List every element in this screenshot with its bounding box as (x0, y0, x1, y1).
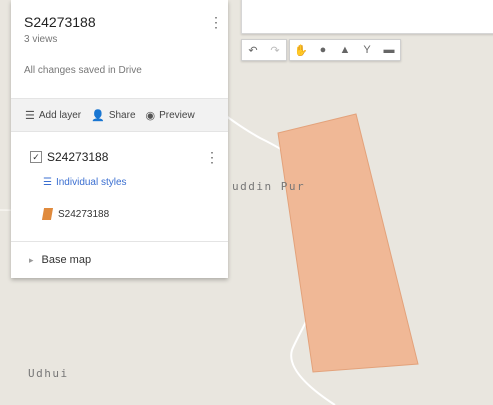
preview-button[interactable]: ◉ Preview (146, 109, 195, 122)
map-legend-panel: S24273188 3 views All changes saved in D… (11, 0, 228, 278)
layer-options-icon[interactable]: ⋮ (205, 150, 219, 164)
paint-roller-icon: ☰ (43, 177, 52, 188)
redo-icon[interactable]: ↷ (264, 40, 286, 60)
polygon-icon (41, 208, 54, 220)
layer-header[interactable]: ✓ S24273188 (30, 150, 108, 164)
more-options-icon[interactable]: ⋮ (209, 15, 223, 29)
ruler-icon[interactable]: ▬ (378, 40, 400, 60)
hand-icon[interactable]: ✋ (290, 40, 312, 60)
layer-checkbox[interactable]: ✓ (30, 151, 42, 163)
place-label: uddin Pur (232, 180, 306, 193)
draw-line-icon[interactable]: ▲ (334, 40, 356, 60)
view-count: 3 views (24, 34, 58, 45)
individual-styles-link[interactable]: ☰ Individual styles (43, 177, 127, 188)
layers-icon: ☰ (25, 109, 35, 122)
action-bar: ☰ Add layer 👤 Share ◉ Preview (11, 98, 228, 132)
history-tools: ↶ ↷ (241, 39, 287, 61)
place-label: Udhui (28, 367, 69, 380)
directions-icon[interactable]: Y (356, 40, 378, 60)
drawing-tools: ✋ ● ▲ Y ▬ (289, 39, 401, 61)
eye-icon: ◉ (145, 109, 156, 122)
marker-icon[interactable]: ● (312, 40, 334, 60)
undo-icon[interactable]: ↶ (242, 40, 264, 60)
feature-item[interactable]: S24273188 (41, 208, 109, 220)
base-map-label: Base map (41, 254, 92, 266)
save-status: All changes saved in Drive (24, 65, 142, 76)
add-person-icon: 👤 (91, 109, 105, 122)
layer-name[interactable]: S24273188 (47, 150, 108, 164)
map-title[interactable]: S24273188 (24, 14, 96, 30)
add-layer-button[interactable]: ☰ Add layer (25, 109, 81, 122)
base-map-toggle[interactable]: ▸ Base map (11, 241, 228, 278)
search-box[interactable] (241, 0, 493, 34)
map-toolbar: ↶ ↷ ✋ ● ▲ Y ▬ (241, 39, 401, 61)
share-button[interactable]: 👤 Share (91, 109, 135, 122)
expand-arrow-icon: ▸ (29, 254, 34, 265)
